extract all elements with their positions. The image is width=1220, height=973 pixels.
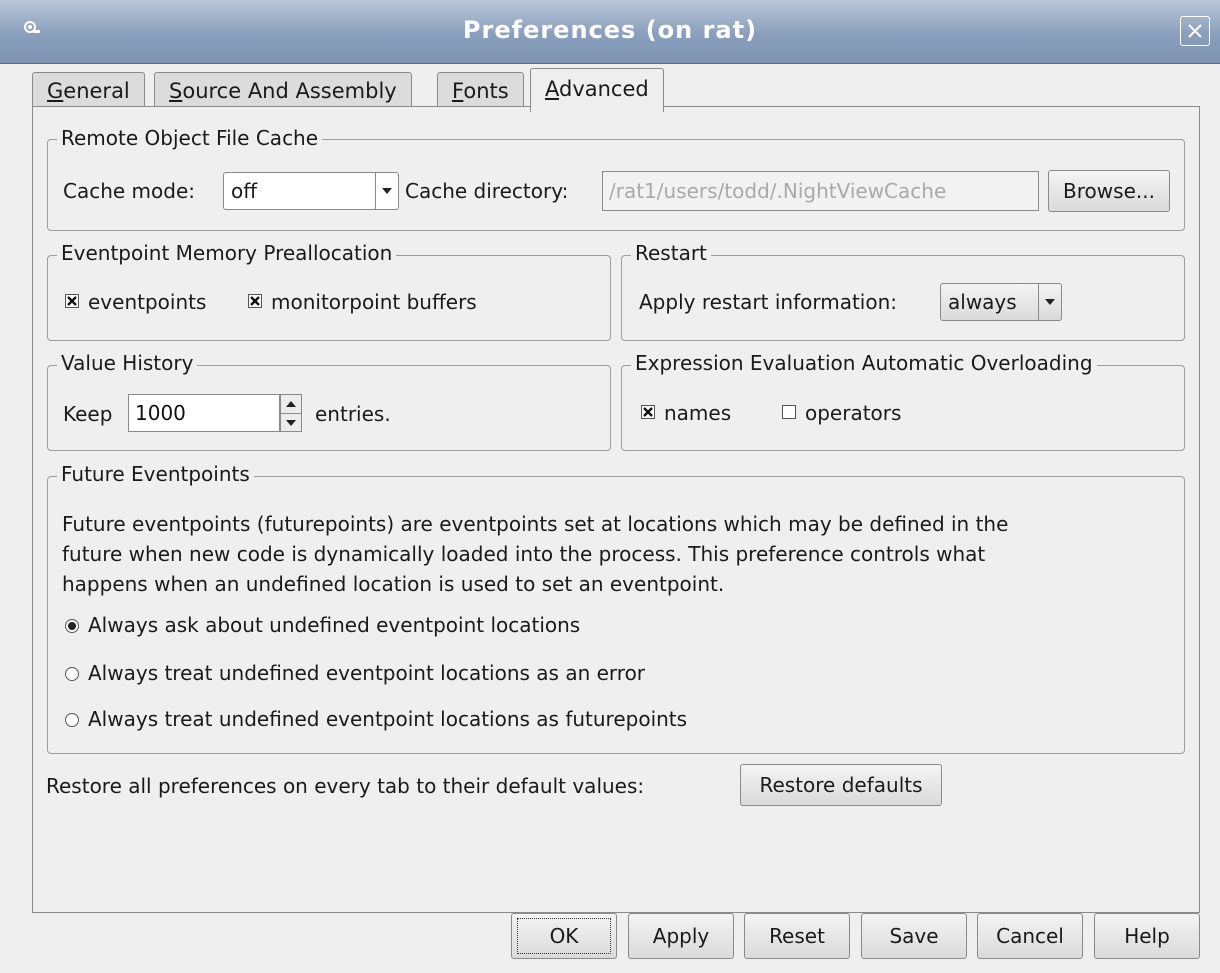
future-option-futurepoints-label: Always treat undefined eventpoint locati… [88,707,688,731]
restart-legend: Restart [631,241,711,265]
restart-label: Apply restart information: [639,290,898,314]
monitorpoint-buffers-label: monitorpoint buffers [271,290,477,314]
future-description-line-2: future when new code is dynamically load… [62,542,986,566]
close-icon [1188,24,1202,38]
names-label: names [664,401,732,425]
check-x-icon [643,407,653,417]
future-option-ask-label: Always ask about undefined eventpoint lo… [88,613,581,637]
tab-source-and-assembly[interactable]: Source And Assembly [154,72,412,110]
browse-button[interactable]: Browse... [1048,170,1170,212]
entries-label: entries. [315,402,391,426]
tab-advanced[interactable]: Advanced [530,68,664,112]
help-button[interactable]: Help [1094,913,1200,959]
cache-directory-input[interactable] [602,171,1039,211]
tab-fonts[interactable]: Fonts [437,72,524,110]
cache-directory-label: Cache directory: [405,179,569,203]
eventpoint-memory-legend: Eventpoint Memory Preallocation [57,241,397,265]
cache-mode-select[interactable]: off [223,172,399,210]
future-option-ask-radio[interactable] [65,619,79,633]
chevron-down-icon [375,173,398,209]
apply-button[interactable]: Apply [628,913,734,959]
check-x-icon [250,296,260,306]
future-option-futurepoints-radio[interactable] [65,713,79,727]
cancel-button[interactable]: Cancel [977,913,1083,959]
operators-label: operators [805,401,902,425]
cache-mode-label: Cache mode: [63,179,196,203]
future-description-line-1: Future eventpoints (futurepoints) are ev… [62,512,1009,536]
overloading-legend: Expression Evaluation Automatic Overload… [631,351,1097,375]
chevron-down-icon [1038,284,1061,320]
value-history-legend: Value History [57,351,198,375]
value-history-input[interactable] [128,394,280,432]
ok-button[interactable]: OK [511,913,617,959]
future-option-error-label: Always treat undefined eventpoint locati… [88,661,646,685]
value-history-stepper[interactable] [280,394,302,432]
names-checkbox[interactable] [641,405,655,419]
eventpoints-label: eventpoints [88,290,207,314]
keep-label: Keep [63,402,113,426]
radio-selected-dot [68,622,76,630]
tab-general[interactable]: General [32,72,145,110]
monitorpoint-buffers-checkbox[interactable] [248,294,262,308]
stepper-down-icon[interactable] [281,414,301,432]
restart-select[interactable]: always [940,283,1062,321]
future-option-error-radio[interactable] [65,667,79,681]
tab-panel-advanced: Remote Object File Cache Cache mode: off… [32,106,1200,913]
cache-legend: Remote Object File Cache [57,126,323,150]
save-button[interactable]: Save [861,913,967,959]
stepper-up-icon[interactable] [281,395,301,414]
ok-button-label: OK [517,918,611,954]
close-button[interactable] [1180,16,1210,46]
future-description-line-3: happens when an undefined location is us… [62,572,725,596]
window-title: Preferences (on rat) [462,16,758,44]
restore-label: Restore all preferences on every tab to … [46,774,645,798]
reset-button[interactable]: Reset [744,913,850,959]
check-x-icon [67,296,77,306]
eventpoints-checkbox[interactable] [65,294,79,308]
operators-checkbox[interactable] [782,405,796,419]
future-eventpoints-legend: Future Eventpoints [57,462,254,486]
restore-defaults-button[interactable]: Restore defaults [740,764,942,806]
